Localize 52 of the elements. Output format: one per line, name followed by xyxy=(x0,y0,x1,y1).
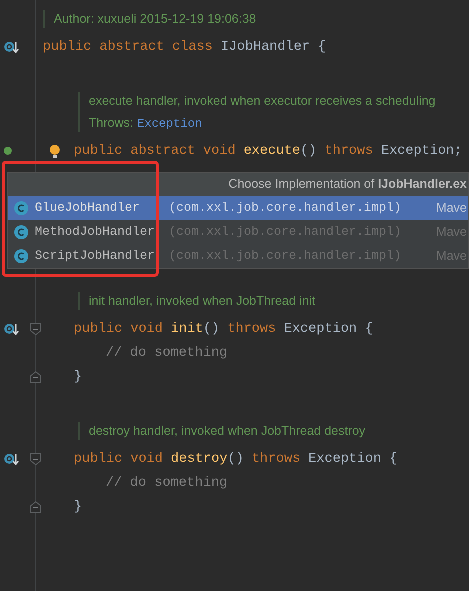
keyword: void xyxy=(130,450,164,469)
keyword: throws xyxy=(324,142,374,161)
keyword: void xyxy=(203,142,236,161)
keyword: public xyxy=(74,142,123,161)
keyword: throws xyxy=(252,450,301,469)
class-icon xyxy=(14,224,29,240)
popup-title: Choose Implementation of IJobHandler.ex xyxy=(228,176,467,194)
doc-link[interactable]: Exception xyxy=(137,115,202,133)
code-text: IJobHandler { xyxy=(220,38,326,57)
code-text: () xyxy=(300,142,317,161)
code-text: Exception { xyxy=(284,320,374,339)
fold-icon[interactable] xyxy=(30,323,42,336)
package-name: (com.xxl.job.core.handler.impl) xyxy=(169,200,402,217)
class-name: ScriptJobHandler xyxy=(35,248,156,265)
fold-icon[interactable] xyxy=(30,371,42,384)
override-marker-icon[interactable] xyxy=(4,323,19,337)
method-name: execute xyxy=(244,142,301,161)
fold-icon[interactable] xyxy=(30,453,42,466)
lightbulb-icon[interactable] xyxy=(49,144,61,159)
code-text: } xyxy=(74,498,82,517)
class-name: MethodJobHandler xyxy=(35,224,156,241)
keyword: public xyxy=(74,320,123,339)
fold-icon[interactable] xyxy=(30,501,42,514)
code-text: Exception { xyxy=(308,450,398,469)
keyword: throws xyxy=(228,320,276,339)
code-text: } xyxy=(74,368,82,387)
keyword: abstract xyxy=(100,38,164,57)
keyword: public xyxy=(74,450,123,469)
doc-comment: execute handler, invoked when executor receives a scheduling xyxy=(89,93,436,110)
method-name: destroy xyxy=(171,450,228,469)
code-comment: // do something xyxy=(106,344,228,363)
implemented-marker-icon[interactable] xyxy=(4,145,12,157)
doc-comment: init handler, invoked when JobThread init xyxy=(89,293,316,310)
class-name: GlueJobHandler xyxy=(35,200,142,217)
code-text: Exception; xyxy=(381,142,462,161)
keyword: abstract xyxy=(130,142,196,161)
keyword: void xyxy=(130,320,164,339)
class-icon xyxy=(14,200,29,216)
method-name: init xyxy=(171,320,204,339)
implementation-item[interactable]: GlueJobHandler (com.xxl.job.core.handler.impl) Mave xyxy=(8,196,468,220)
doc-comment: destroy handler, invoked when JobThread destroy xyxy=(89,423,366,440)
doc-comment: Throws: xyxy=(89,115,134,132)
code-text: () xyxy=(228,450,244,469)
override-marker-icon[interactable] xyxy=(4,453,19,467)
override-marker-icon[interactable] xyxy=(4,41,19,55)
source-label: Mave xyxy=(436,200,467,217)
code-comment: // do something xyxy=(106,474,228,493)
doc-comment: Author: xuxueli 2015-12-19 19:06:38 xyxy=(54,11,256,28)
code-text: () xyxy=(203,320,220,339)
keyword: class xyxy=(172,38,213,57)
keyword: public xyxy=(43,38,92,57)
class-icon xyxy=(14,248,29,264)
